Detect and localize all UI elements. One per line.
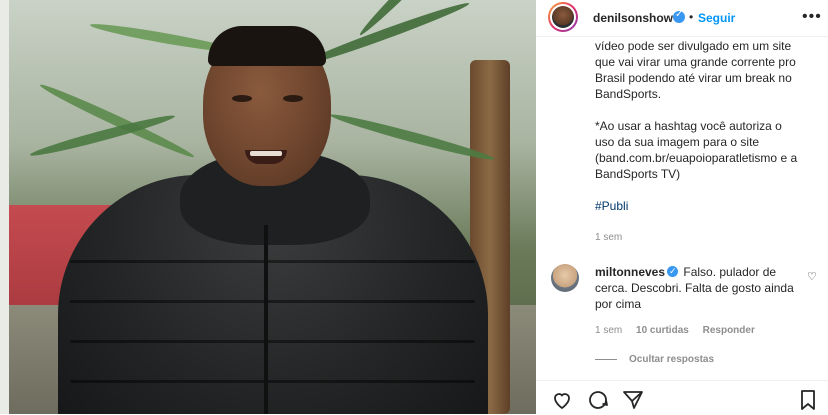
jacket-seam: [70, 380, 475, 383]
verified-badge-icon: [667, 263, 679, 279]
comment-meta: 1 sem 10 curtidas Responder: [595, 325, 766, 336]
caption-line: BandSports TV): [595, 167, 681, 181]
comment-like-heart-icon[interactable]: ♡: [807, 270, 817, 283]
person-eye: [283, 95, 303, 102]
reply-button[interactable]: Responder: [703, 325, 755, 336]
action-bar: [536, 380, 828, 415]
caption-line: BandSports.: [595, 87, 662, 101]
more-options-icon[interactable]: •••: [802, 8, 822, 26]
comment-timestamp[interactable]: 1 sem: [595, 325, 622, 336]
jacket-seam: [70, 340, 475, 343]
comment-likes-count[interactable]: 10 curtidas: [636, 325, 689, 336]
hide-replies-label[interactable]: Ocultar respostas: [629, 354, 714, 365]
post-video[interactable]: [0, 0, 536, 414]
window-frame: [0, 0, 9, 414]
person-teeth: [250, 151, 282, 156]
caption-line: vídeo pode ser divulgado em um site: [595, 39, 792, 53]
hide-replies-toggle[interactable]: Ocultar respostas: [595, 354, 714, 365]
post-caption: vídeo pode ser divulgado em um site que …: [595, 38, 815, 214]
jacket-seam: [70, 300, 475, 303]
bookmark-icon[interactable]: [796, 388, 820, 412]
caption-line: Brasil podendo até virar um break no: [595, 71, 792, 85]
owner-avatar[interactable]: [548, 2, 578, 32]
replies-divider: [595, 358, 617, 360]
owner-username[interactable]: denilsonshow: [593, 11, 673, 25]
caption-timestamp[interactable]: 1 sem: [595, 232, 622, 243]
send-icon[interactable]: [621, 388, 645, 412]
jacket-seam: [70, 260, 475, 263]
person-hair: [208, 26, 326, 66]
follow-button[interactable]: Seguir: [698, 11, 735, 25]
header-separator: •: [689, 10, 694, 24]
post-side-panel: denilsonshow • Seguir ••• vídeo pode ser…: [536, 0, 828, 414]
post-header: denilsonshow • Seguir •••: [536, 0, 828, 37]
commenter-avatar[interactable]: [551, 264, 579, 292]
caption-line: que vai virar uma grande corrente pro: [595, 55, 796, 69]
commenter-username[interactable]: miltonneves: [595, 265, 665, 279]
caption-line: (band.com.br/euapoioparatletismo e a: [595, 151, 798, 165]
instagram-post: denilsonshow • Seguir ••• vídeo pode ser…: [0, 0, 828, 414]
jacket-zipper: [264, 225, 268, 414]
comment-body: miltonneves Falso. pulador de cerca. Des…: [595, 263, 803, 312]
caption-line: uso da sua imagem para o site: [595, 135, 760, 149]
person-eye: [232, 95, 252, 102]
comment-icon[interactable]: [586, 388, 610, 412]
heart-icon[interactable]: [550, 388, 574, 412]
caption-line: *Ao usar a hashtag você autoriza o: [595, 119, 782, 133]
hashtag-link[interactable]: #Publi: [595, 198, 815, 214]
verified-badge-icon: [673, 9, 685, 23]
